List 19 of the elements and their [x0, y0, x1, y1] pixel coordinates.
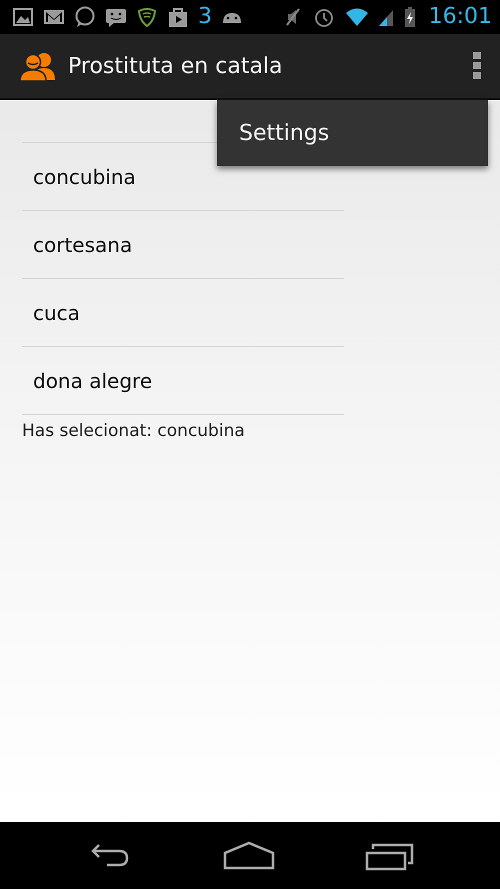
app-title: Prostituta en catala [68, 54, 284, 78]
shield-icon [136, 6, 158, 28]
overflow-dots-icon [472, 51, 482, 81]
menu-item[interactable]: Settings [217, 100, 488, 166]
alarm-clock-icon [312, 6, 335, 28]
list-item[interactable]: cortesana [22, 211, 344, 279]
notification-count: 3 [198, 6, 212, 28]
list-item[interactable]: dona alegre [22, 347, 344, 415]
list-item[interactable]: cuca [22, 279, 344, 347]
image-icon [12, 6, 34, 28]
house-outline-icon [223, 840, 275, 870]
home-button[interactable] [223, 840, 275, 870]
clock-time: 16:01 [428, 6, 492, 28]
battery-charging-icon [404, 6, 416, 28]
chat-bubble-icon [74, 6, 96, 28]
shopping-bag-icon [167, 6, 189, 28]
selection-label: Has selecionat: concubina [22, 421, 246, 441]
message-icon [105, 6, 127, 28]
wifi-icon [344, 6, 370, 28]
